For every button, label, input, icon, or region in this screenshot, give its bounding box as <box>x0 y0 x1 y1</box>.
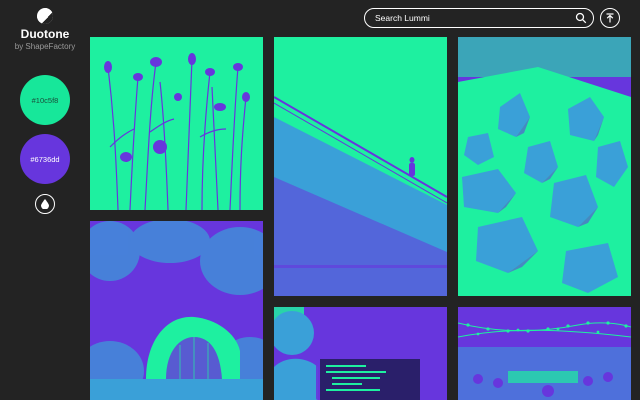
dark-color-swatch[interactable]: #6736dd <box>20 134 70 184</box>
app-title: Duotone <box>20 27 70 41</box>
gallery-image-escalator[interactable] <box>274 37 447 296</box>
search-input[interactable] <box>375 13 565 23</box>
dark-color-hex: #6736dd <box>30 154 60 164</box>
sidebar: Duotone by ShapeFactory #10c5f8 #6736dd <box>0 0 90 400</box>
upload-button[interactable] <box>600 8 620 28</box>
drop-button[interactable] <box>35 194 55 214</box>
search-icon[interactable] <box>575 12 587 24</box>
light-color-swatch[interactable]: #10c5f8 <box>20 75 70 125</box>
gallery-image-laptop[interactable] <box>274 307 447 400</box>
light-color-hex: #10c5f8 <box>31 95 59 105</box>
gallery-image-wildflowers[interactable] <box>90 37 263 210</box>
upload-arrow-icon <box>606 13 614 23</box>
gallery-image-crystals[interactable] <box>458 37 631 296</box>
gallery-image-night-market[interactable] <box>458 307 631 400</box>
water-drop-icon <box>41 199 49 209</box>
app-byline: by ShapeFactory <box>14 42 76 51</box>
duotone-logo-icon[interactable] <box>37 8 53 24</box>
gallery-image-arch-house[interactable] <box>90 221 263 400</box>
search-bar[interactable] <box>364 8 594 28</box>
